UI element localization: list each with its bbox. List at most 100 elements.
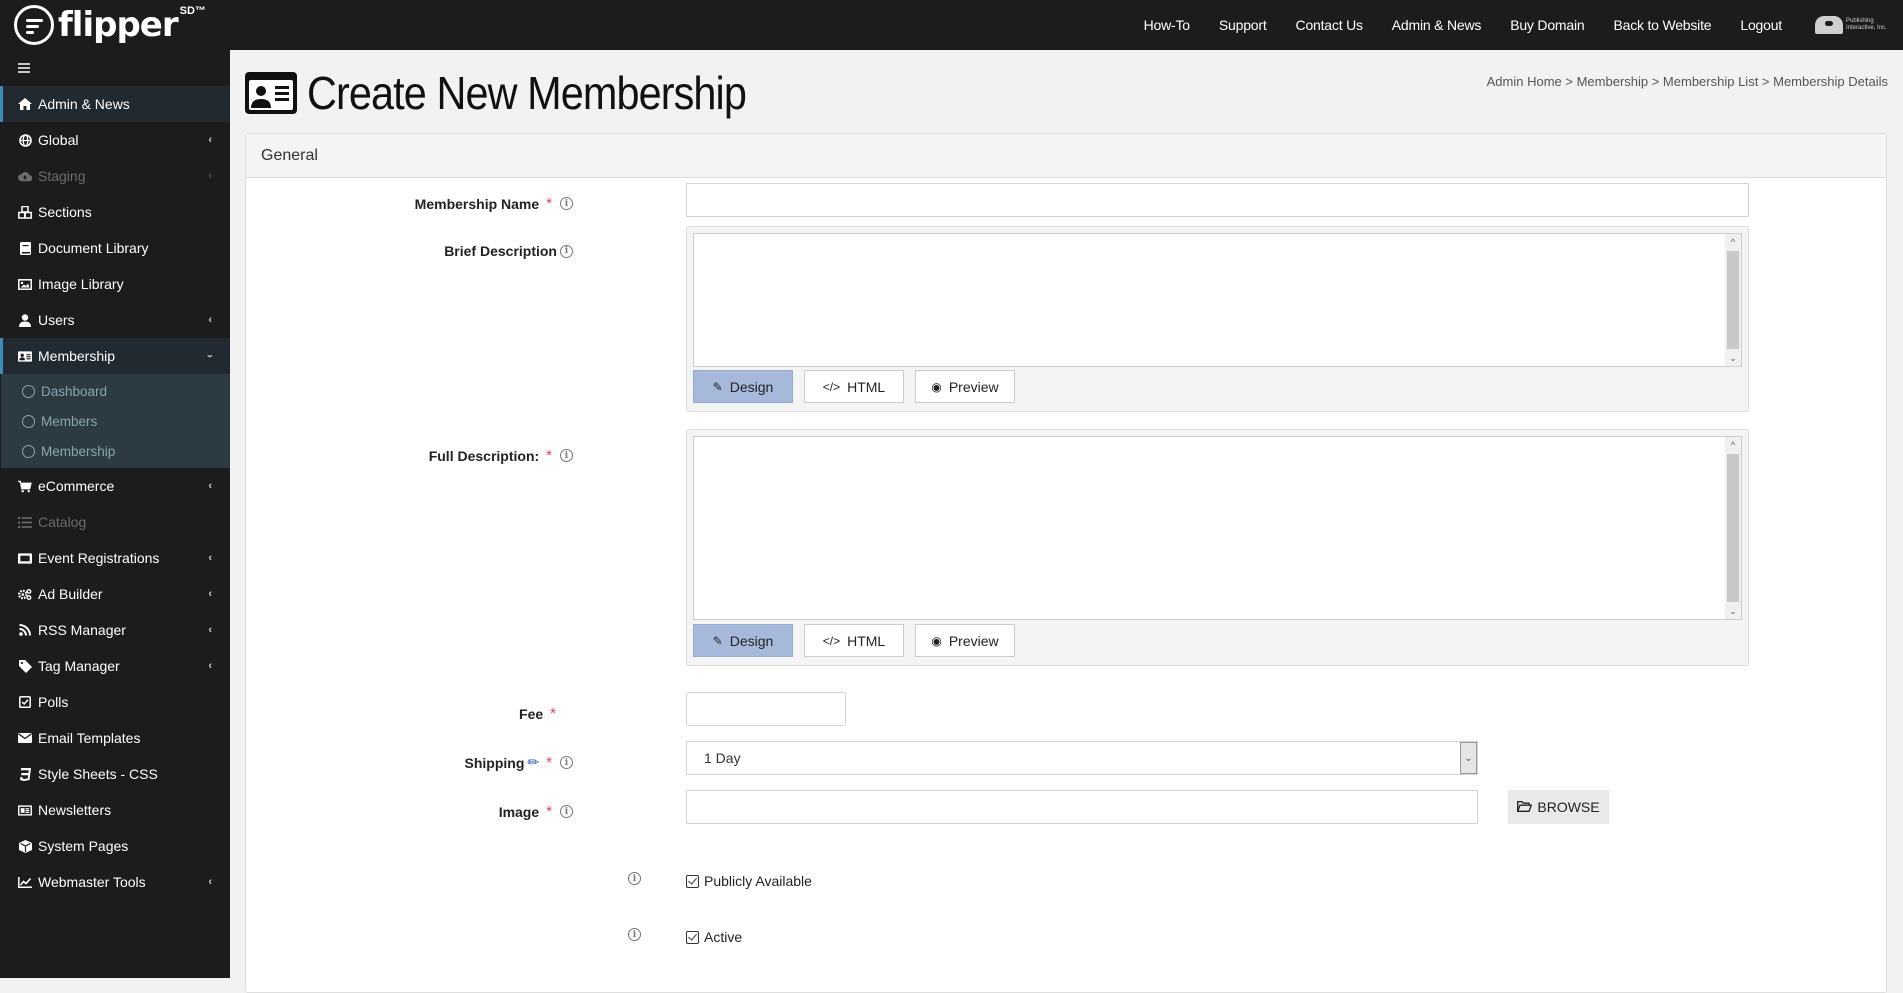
sidebar-item-newsletters[interactable]: Newsletters	[0, 792, 230, 828]
sidebar-item-email-templates[interactable]: Email Templates	[0, 720, 230, 756]
sidebar-item-staging[interactable]: Staging ‹	[0, 158, 230, 194]
chevron-down-icon[interactable]: ⌄	[1460, 742, 1477, 774]
sidebar-item-label: Document Library	[38, 240, 149, 256]
nav-link-contact-us[interactable]: Contact Us	[1296, 17, 1363, 33]
circle-icon	[22, 414, 35, 428]
sidebar-item-tag-manager[interactable]: Tag Manager ‹	[0, 648, 230, 684]
sidebar-item-label: Event Registrations	[38, 550, 160, 566]
shipping-label: Shipping ✏ * i	[465, 754, 573, 771]
flipper-logo[interactable]: flipper SD™	[14, 4, 206, 46]
sidebar-item-membership[interactable]: Membership ‹	[0, 338, 230, 374]
nav-link-support[interactable]: Support	[1219, 17, 1267, 33]
info-icon[interactable]: i	[560, 197, 573, 210]
sidebar-item-polls[interactable]: Polls	[0, 684, 230, 720]
chart-line-icon	[18, 876, 32, 888]
design-button[interactable]: ✎ Design	[693, 370, 793, 403]
sidebar-toggle[interactable]	[0, 50, 230, 86]
chevron-down-icon: ‹	[204, 354, 217, 358]
scroll-up-icon[interactable]: ^	[1725, 437, 1741, 453]
sidebar-item-ecommerce[interactable]: eCommerce ‹	[0, 468, 230, 504]
breadcrumb: Admin Home > Membership > Membership Lis…	[1486, 74, 1888, 89]
shipping-select[interactable]: 1 Day ⌄	[686, 741, 1478, 775]
checkbox-checked-icon[interactable]	[686, 874, 699, 888]
label-text: Image	[498, 803, 540, 820]
brief-description-textarea[interactable]: ^ ⌄	[693, 233, 1742, 367]
info-icon[interactable]: i	[560, 805, 573, 818]
sidebar: Admin & News Global ‹ Staging ‹ Sections…	[0, 50, 230, 978]
submenu-item-dashboard[interactable]: Dashboard	[1, 376, 230, 406]
sidebar-item-style-sheets-css[interactable]: Style Sheets - CSS	[0, 756, 230, 792]
image-label: Image * i	[499, 803, 573, 820]
browse-button[interactable]: BROWSE	[1508, 790, 1609, 824]
selected-value: 1 Day	[704, 750, 741, 766]
preview-button[interactable]: ◉ Preview	[915, 370, 1015, 403]
button-label: Design	[729, 632, 774, 649]
top-bar: flipper SD™ How-To Support Contact Us Ad…	[0, 0, 1903, 50]
sidebar-item-sections[interactable]: Sections	[0, 194, 230, 230]
membership-name-input[interactable]	[686, 183, 1749, 217]
fee-input[interactable]	[686, 692, 846, 726]
hamburger-icon	[18, 67, 30, 69]
info-icon[interactable]: i	[628, 872, 641, 885]
button-label: HTML	[847, 632, 886, 649]
pencil-icon: ✎	[712, 633, 723, 648]
circle-icon	[22, 444, 35, 458]
submenu-item-membership[interactable]: Membership	[1, 436, 230, 466]
label-text: Fee	[519, 705, 544, 722]
nav-link-how-to[interactable]: How-To	[1144, 17, 1190, 33]
publicly-available-checkbox[interactable]: Publicly Available	[686, 873, 812, 889]
sidebar-item-global[interactable]: Global ‹	[0, 122, 230, 158]
checkbox-label: Active	[704, 929, 743, 945]
chevron-left-icon: ‹	[208, 480, 212, 492]
info-icon[interactable]: i	[628, 928, 641, 941]
sidebar-item-image-library[interactable]: Image Library	[0, 266, 230, 302]
sidebar-item-catalog[interactable]: Catalog	[0, 504, 230, 540]
sidebar-item-admin-news[interactable]: Admin & News	[0, 86, 230, 122]
html-button[interactable]: </> HTML	[804, 370, 904, 403]
scrollbar[interactable]: ^ ⌄	[1725, 437, 1741, 619]
full-description-textarea[interactable]: ^ ⌄	[693, 436, 1742, 620]
top-nav: How-To Support Contact Us Admin & News B…	[1144, 0, 1903, 50]
list-icon	[18, 516, 32, 528]
scroll-up-icon[interactable]: ^	[1725, 234, 1741, 250]
scrollbar[interactable]: ^ ⌄	[1725, 234, 1741, 366]
sidebar-item-users[interactable]: Users ‹	[0, 302, 230, 338]
sidebar-item-ad-builder[interactable]: Ad Builder ‹	[0, 576, 230, 612]
design-button[interactable]: ✎ Design	[693, 624, 793, 657]
image-path-input[interactable]	[686, 790, 1478, 824]
pencil-icon[interactable]: ✏	[527, 754, 539, 771]
main-content: Create New Membership Admin Home > Membe…	[230, 50, 1903, 993]
sidebar-item-event-registrations[interactable]: Event Registrations ‹	[0, 540, 230, 576]
info-icon[interactable]: i	[560, 449, 573, 462]
html-button[interactable]: </> HTML	[804, 624, 904, 657]
scroll-down-icon[interactable]: ⌄	[1725, 350, 1741, 366]
nav-link-back-to-website[interactable]: Back to Website	[1613, 17, 1711, 33]
check-square-icon	[18, 696, 32, 708]
preview-button[interactable]: ◉ Preview	[915, 624, 1015, 657]
nav-link-admin-news[interactable]: Admin & News	[1392, 17, 1482, 33]
sidebar-item-document-library[interactable]: Document Library	[0, 230, 230, 266]
nav-link-logout[interactable]: Logout	[1740, 17, 1782, 33]
label-text: Full Description:	[428, 447, 540, 464]
sidebar-item-webmaster-tools[interactable]: Webmaster Tools ‹	[0, 864, 230, 900]
scroll-thumb[interactable]	[1727, 454, 1739, 602]
nav-link-buy-domain[interactable]: Buy Domain	[1510, 17, 1584, 33]
code-icon: </>	[822, 379, 841, 394]
scroll-thumb[interactable]	[1727, 251, 1739, 349]
sidebar-item-system-pages[interactable]: System Pages	[0, 828, 230, 864]
checkbox-checked-icon[interactable]	[686, 930, 699, 944]
partner-logo-line1: Publishing	[1846, 18, 1874, 24]
eye-icon: ◉	[931, 379, 942, 394]
info-icon[interactable]: i	[560, 244, 573, 258]
ticket-icon	[18, 552, 32, 564]
css3-icon	[18, 767, 32, 781]
membership-submenu: Dashboard Members Membership	[1, 374, 230, 468]
submenu-item-members[interactable]: Members	[1, 406, 230, 436]
sidebar-item-rss-manager[interactable]: RSS Manager ‹	[0, 612, 230, 648]
active-checkbox[interactable]: Active	[686, 929, 742, 945]
info-icon[interactable]: i	[560, 756, 573, 769]
scroll-down-icon[interactable]: ⌄	[1725, 603, 1741, 619]
sidebar-item-label: Membership	[38, 348, 116, 364]
logo-superscript: SD™	[179, 5, 206, 17]
sidebar-item-label: Newsletters	[38, 802, 112, 818]
